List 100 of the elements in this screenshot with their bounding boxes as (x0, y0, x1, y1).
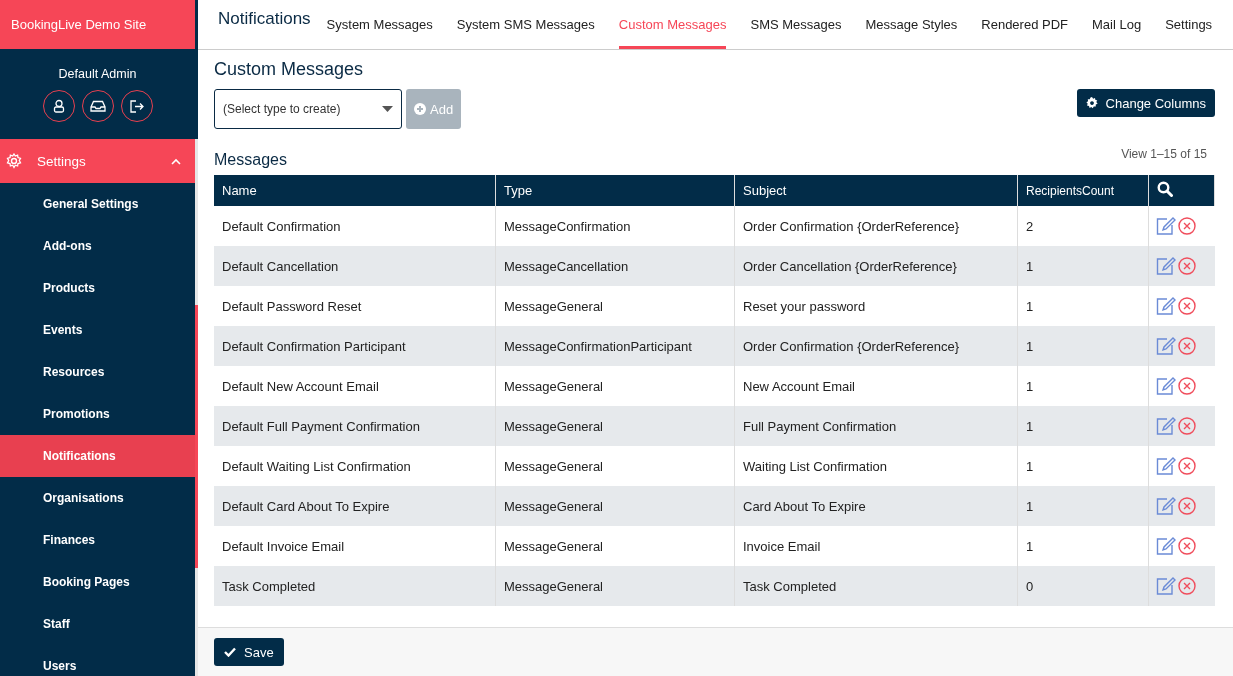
tab[interactable]: Mail Log (1092, 17, 1142, 49)
table-cell: 1 (1026, 458, 1034, 474)
scrollbar-thumb[interactable] (195, 305, 198, 568)
column-header[interactable]: RecipientsCount (1017, 175, 1149, 206)
delete-icon[interactable] (1178, 457, 1196, 475)
site-title[interactable]: BookingLive Demo Site (0, 0, 195, 49)
table-cell: Task Completed (222, 578, 316, 594)
table-cell: Default Confirmation (222, 218, 341, 234)
sidebar-item[interactable]: Finances (0, 519, 195, 561)
table-cell: Default Cancellation (222, 258, 339, 274)
table-cell: Invoice Email (743, 538, 821, 554)
delete-icon[interactable] (1178, 297, 1196, 315)
sidebar-item[interactable]: Staff (0, 603, 195, 645)
page-title: Notifications (218, 8, 311, 29)
sidebar-item[interactable]: General Settings (0, 183, 195, 225)
column-header[interactable]: Name (214, 175, 496, 206)
inbox-icon (89, 100, 106, 112)
save-button[interactable]: Save (214, 638, 284, 666)
edit-icon[interactable] (1156, 577, 1176, 595)
table-cell: MessageCancellation (504, 258, 629, 274)
table-cell: 1 (1026, 338, 1034, 354)
logout-icon (129, 99, 144, 113)
gear-icon (6, 153, 22, 169)
edit-icon[interactable] (1156, 377, 1176, 395)
table-cell: Default Full Payment Confirmation (222, 418, 420, 434)
table-cell: 1 (1026, 298, 1034, 314)
plus-circle-icon (414, 103, 426, 115)
table-cell: 1 (1026, 498, 1034, 514)
table-cell: MessageGeneral (504, 378, 603, 394)
settings-menu-header[interactable]: Settings (0, 139, 195, 183)
table-cell: 0 (1026, 578, 1034, 594)
sidebar-item[interactable]: Booking Pages (0, 561, 195, 603)
table-cell: MessageConfirmationParticipant (504, 338, 692, 354)
edit-icon[interactable] (1156, 417, 1176, 435)
edit-icon[interactable] (1156, 257, 1176, 275)
person-icon (51, 99, 66, 113)
table-cell: MessageGeneral (504, 578, 603, 594)
sidebar-item[interactable]: Events (0, 309, 195, 351)
table-cell: Default Waiting List Confirmation (222, 458, 411, 474)
sidebar-item[interactable]: Products (0, 267, 195, 309)
edit-icon[interactable] (1156, 297, 1176, 315)
delete-icon[interactable] (1178, 537, 1196, 555)
table-title: Messages (214, 151, 287, 169)
sidebar-item[interactable]: Resources (0, 351, 195, 393)
tab[interactable]: System SMS Messages (456, 17, 595, 49)
table-cell: 1 (1026, 258, 1034, 274)
delete-icon[interactable] (1178, 497, 1196, 515)
tab[interactable]: Custom Messages (618, 17, 727, 49)
caret-icon (382, 106, 393, 112)
table-cell: Default Password Reset (222, 298, 362, 314)
column-header[interactable]: Subject (734, 175, 1018, 206)
edit-icon[interactable] (1156, 537, 1176, 555)
table-cell: Default New Account Email (222, 378, 379, 394)
sidebar-item[interactable]: Notifications (0, 435, 195, 477)
tab[interactable]: SMS Messages (750, 17, 842, 49)
table-cell: MessageGeneral (504, 458, 603, 474)
table-cell: Order Cancellation {OrderReference} (743, 258, 957, 274)
sidebar-item[interactable]: Users (0, 645, 195, 676)
delete-icon[interactable] (1178, 377, 1196, 395)
table-cell: 1 (1026, 538, 1034, 554)
table-cell: 2 (1026, 218, 1034, 234)
section-title: Custom Messages (214, 59, 365, 80)
tab[interactable]: Message Styles (865, 17, 958, 49)
gear-icon (1085, 97, 1098, 109)
tab[interactable]: Settings (1165, 17, 1213, 49)
sidebar-item[interactable]: Add-ons (0, 225, 195, 267)
table-cell: Default Confirmation Participant (222, 338, 406, 354)
tab[interactable]: Rendered PDF (981, 17, 1068, 49)
table-cell: Default Card About To Expire (222, 498, 390, 514)
delete-icon[interactable] (1178, 337, 1196, 355)
table-cell: MessageGeneral (504, 538, 603, 554)
edit-icon[interactable] (1156, 337, 1176, 355)
delete-icon[interactable] (1178, 577, 1196, 595)
sidebar-item[interactable]: Promotions (0, 393, 195, 435)
column-header[interactable]: Type (495, 175, 735, 206)
edit-icon[interactable] (1156, 497, 1176, 515)
tab[interactable]: System Messages (326, 17, 433, 49)
table-cell: Reset your password (743, 298, 866, 314)
table-cell: Order Confirmation {OrderReference} (743, 218, 960, 234)
sidebar-item[interactable]: Organisations (0, 477, 195, 519)
type-dropdown[interactable]: (Select type to create) (214, 89, 402, 129)
search-icon[interactable] (1157, 181, 1173, 197)
table-cell: Card About To Expire (743, 498, 866, 514)
edit-icon[interactable] (1156, 217, 1176, 235)
table-cell: Task Completed (743, 578, 837, 594)
change-columns-button[interactable]: Change Columns (1076, 89, 1215, 117)
table-cell: MessageGeneral (504, 498, 603, 514)
delete-icon[interactable] (1178, 417, 1196, 435)
table-cell: MessageGeneral (504, 298, 603, 314)
table-cell: Default Invoice Email (222, 538, 345, 554)
table-cell: 1 (1026, 418, 1034, 434)
chevron-icon (171, 157, 181, 165)
edit-icon[interactable] (1156, 457, 1176, 475)
table-cell: Waiting List Confirmation (743, 458, 887, 474)
check-icon (224, 647, 236, 657)
pager-text: View 1–15 of 15 (1121, 147, 1207, 161)
delete-icon[interactable] (1178, 257, 1196, 275)
delete-icon[interactable] (1178, 217, 1196, 235)
table-cell: MessageConfirmation (504, 218, 631, 234)
table-cell: Order Confirmation {OrderReference} (743, 338, 960, 354)
